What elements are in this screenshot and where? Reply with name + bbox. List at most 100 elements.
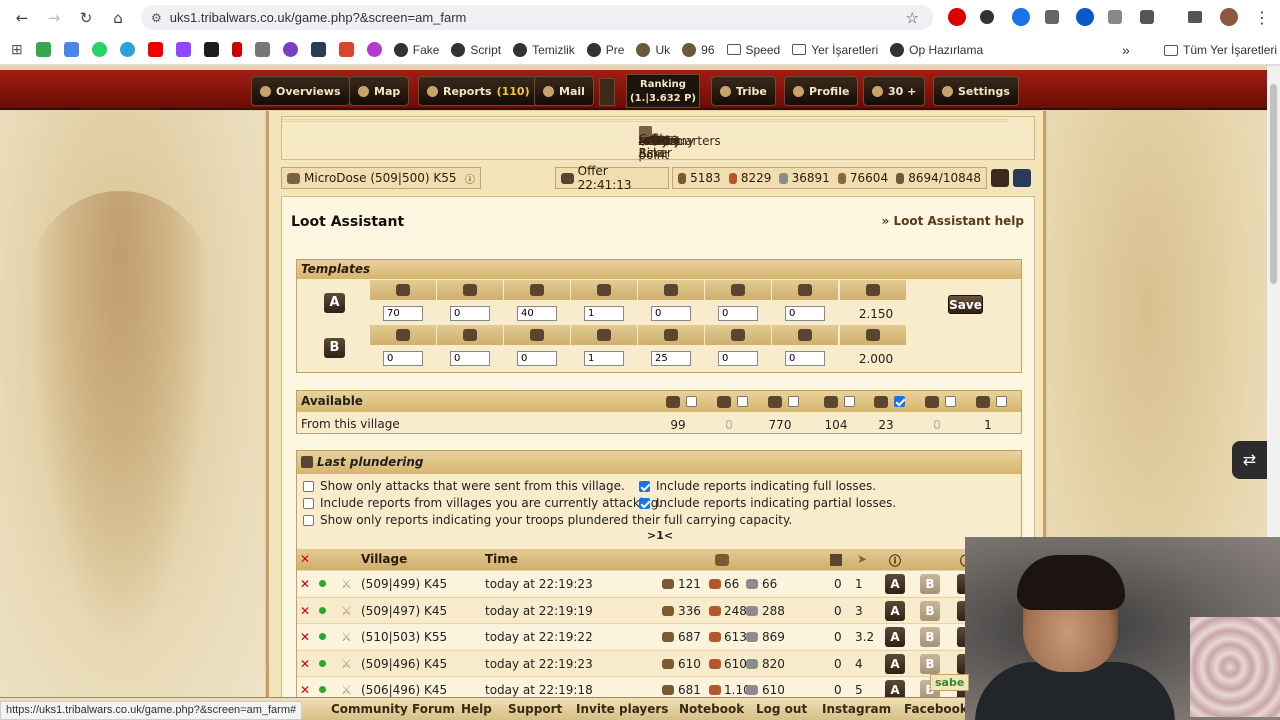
link-cek-2[interactable]: Çek	[638, 126, 661, 146]
plunder-option-checkbox[interactable]	[303, 497, 314, 509]
footer-invite-players[interactable]: Invite players	[576, 702, 668, 716]
send-template-a-button[interactable]: A	[885, 574, 905, 594]
nav-premium[interactable]: 30 +	[863, 76, 926, 106]
reload-icon[interactable]: ↻	[76, 8, 96, 28]
plunder-option-2[interactable]: Show only reports indicating your troops…	[303, 513, 792, 527]
row-village[interactable]: (509|499) K45	[361, 577, 447, 591]
light-cavalry-checkbox[interactable]	[893, 396, 905, 407]
scout-checkbox[interactable]	[843, 396, 855, 407]
footer-notebook[interactable]: Notebook	[679, 702, 744, 716]
bookmark-op-hazirlama[interactable]: Op Hazırlama	[890, 42, 983, 57]
twitch-icon[interactable]	[175, 42, 191, 57]
template-b-sword-input[interactable]	[450, 351, 490, 366]
nav-overviews[interactable]: Overviews	[251, 76, 350, 106]
bookmark-icon[interactable]	[366, 42, 382, 57]
all-bookmarks[interactable]: Tüm Yer İşaretleri	[1164, 43, 1277, 57]
map-tools-icon[interactable]	[599, 78, 615, 106]
bookmark-icon[interactable]	[338, 42, 354, 57]
scrollbar-thumb[interactable]	[1270, 84, 1277, 284]
address-bar[interactable]: ⚙ uks1.tribalwars.co.uk/game.php?&screen…	[141, 5, 933, 30]
footer-support[interactable]: Support	[508, 702, 562, 716]
send-template-a-button[interactable]: A	[885, 653, 905, 674]
site-info-icon[interactable]: ⚙	[151, 11, 162, 25]
heavy-cavalry-checkbox[interactable]	[944, 396, 956, 407]
opera-icon[interactable]	[948, 8, 966, 26]
info-icon[interactable]: ⓘ	[465, 171, 475, 186]
plunder-option-1[interactable]: Include reports from villages you are cu…	[303, 496, 662, 510]
save-button[interactable]: Save	[948, 295, 983, 314]
pagination[interactable]: >1<	[647, 529, 673, 542]
ram-checkbox[interactable]	[995, 396, 1007, 407]
delete-report-icon[interactable]: ✕	[300, 630, 310, 644]
template-a-scout-input[interactable]	[584, 306, 624, 321]
column-time[interactable]: Time	[485, 552, 518, 566]
bookmark-folder-speed[interactable]: Speed	[726, 43, 780, 57]
extension-icon[interactable]	[1012, 8, 1030, 26]
kick-icon[interactable]	[203, 42, 219, 57]
nav-settings[interactable]: Settings	[933, 76, 1019, 106]
bookmark-icon[interactable]	[35, 42, 51, 57]
notebook-icon[interactable]	[991, 169, 1009, 187]
translate-icon[interactable]	[63, 42, 79, 57]
template-b-axe-input[interactable]	[517, 351, 557, 366]
row-village[interactable]: (510|503) K55	[361, 630, 447, 644]
footer-log-out[interactable]: Log out	[756, 702, 807, 716]
send-template-b-button[interactable]: B	[920, 627, 940, 647]
extension-icon[interactable]	[980, 10, 994, 24]
bookmark-fake[interactable]: Fake	[393, 42, 439, 57]
template-a-light-cavalry-input[interactable]	[651, 306, 691, 321]
plunder-option-checkbox[interactable]	[303, 480, 314, 492]
bookmark-icon[interactable]	[282, 42, 298, 57]
footer-instagram[interactable]: Instagram	[822, 702, 891, 716]
chat-toggle-icon[interactable]: ⇄	[1232, 441, 1267, 479]
row-village[interactable]: (509|496) K45	[361, 657, 447, 671]
row-village[interactable]: (506|496) K45	[361, 683, 447, 697]
template-b-ram-input[interactable]	[785, 351, 825, 366]
netflix-icon[interactable]	[231, 42, 242, 57]
village-selector[interactable]: MicroDose (509|500) K55 ⓘ	[281, 167, 481, 189]
delete-report-icon[interactable]: ✕	[300, 657, 310, 671]
nav-reports[interactable]: Reports (110)	[418, 76, 539, 106]
bookmark-script[interactable]: Script	[451, 42, 501, 57]
plunder-option-checkbox[interactable]	[639, 497, 650, 509]
template-a-axe-input[interactable]	[517, 306, 557, 321]
plunder-option-0[interactable]: Show only attacks that were sent from th…	[303, 479, 625, 493]
send-template-b-button[interactable]: B	[920, 653, 940, 674]
extension-icon[interactable]	[1108, 10, 1122, 24]
plunder-option-4[interactable]: Include reports indicating partial losse…	[639, 496, 896, 510]
send-template-b-button[interactable]: B	[920, 600, 940, 621]
telegram-icon[interactable]	[119, 42, 135, 57]
more-bookmarks-icon[interactable]: »	[1122, 42, 1130, 58]
nav-profile[interactable]: Profile	[784, 76, 859, 106]
youtube-icon[interactable]	[147, 42, 163, 57]
template-a-heavy-cavalry-input[interactable]	[718, 306, 758, 321]
template-b-spear-input[interactable]	[383, 351, 423, 366]
template-a-ram-input[interactable]	[785, 306, 825, 321]
plunder-option-3[interactable]: Include reports indicating full losses.	[639, 479, 876, 493]
whatsapp-icon[interactable]	[91, 42, 107, 57]
axe-checkbox[interactable]	[787, 396, 799, 407]
delete-report-icon[interactable]: ✕	[300, 577, 310, 591]
spear-checkbox[interactable]	[685, 396, 697, 407]
offer-timer[interactable]: Offer 22:41:13	[555, 164, 669, 192]
bookmark-icon[interactable]	[254, 42, 270, 57]
footer-help[interactable]: Help	[461, 702, 492, 716]
send-template-a-button[interactable]: A	[885, 600, 905, 621]
bookmark-temizlik[interactable]: Temizlik	[513, 42, 575, 57]
send-template-b-button[interactable]: B	[920, 574, 940, 594]
extension-icon[interactable]	[1045, 10, 1059, 24]
template-b-light-cavalry-input[interactable]	[651, 351, 691, 366]
plunder-option-checkbox[interactable]	[639, 480, 650, 492]
reading-list-icon[interactable]	[1188, 11, 1202, 23]
bookmark-icon[interactable]	[310, 42, 326, 57]
send-template-a-button[interactable]: A	[885, 627, 905, 647]
nav-mail[interactable]: Mail	[534, 76, 594, 106]
column-village[interactable]: Village	[361, 552, 407, 566]
template-b-heavy-cavalry-input[interactable]	[718, 351, 758, 366]
loot-assistant-help-link[interactable]: » Loot Assistant help	[882, 214, 1024, 228]
nav-map[interactable]: Map	[349, 76, 410, 106]
bookmark-96[interactable]: 96	[682, 42, 715, 57]
template-a-sword-input[interactable]	[450, 306, 490, 321]
home-icon[interactable]: ⌂	[108, 8, 128, 28]
delete-report-icon[interactable]: ✕	[300, 683, 310, 697]
